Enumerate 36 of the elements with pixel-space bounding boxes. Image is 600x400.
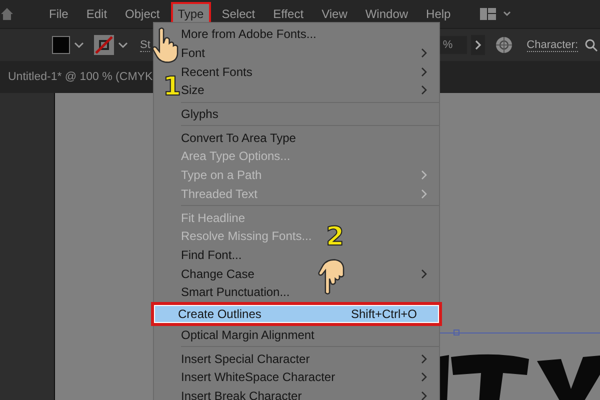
menu-bar-item[interactable]: Select — [214, 2, 262, 26]
menu-item[interactable]: Find Font... — [181, 248, 242, 262]
menu-bar-item[interactable]: Help — [419, 2, 458, 26]
menu-item[interactable]: Insert WhiteSpace Character — [181, 370, 336, 384]
menu-bar-item[interactable]: View — [314, 2, 354, 26]
menu-bar-item[interactable]: Object — [118, 2, 167, 26]
menu-item[interactable]: Insert Break Character — [181, 389, 302, 400]
menu-bar-item[interactable]: Window — [358, 2, 416, 26]
menu-item[interactable]: Size — [181, 83, 204, 98]
menu-item[interactable]: More from Adobe Fonts... — [181, 27, 316, 42]
menu-bar-item[interactable]: Edit — [79, 2, 114, 26]
stroke-swatch-icon[interactable] — [94, 35, 114, 55]
menu-item[interactable]: Font — [181, 46, 206, 60]
menu-bar-item[interactable]: File — [42, 2, 76, 26]
dropdown-caret-icon[interactable] — [74, 41, 84, 49]
menu-item[interactable]: Insert Special Character — [181, 352, 310, 366]
menu-item[interactable]: Glyphs — [181, 107, 218, 122]
menu-bar-item[interactable]: Effect — [266, 2, 311, 26]
hand-pointer-icon — [318, 258, 346, 296]
stroke-label[interactable]: St — [140, 38, 150, 52]
opacity-field[interactable]: % — [438, 36, 467, 54]
step-number: 2 — [326, 224, 344, 250]
chevron-right-icon[interactable] — [470, 35, 485, 55]
fill-swatch[interactable] — [52, 36, 70, 54]
home-icon[interactable] — [0, 7, 14, 21]
character-label[interactable]: Character: — [526, 38, 578, 52]
menu-item[interactable]: Change Case — [181, 266, 254, 281]
document-tab[interactable]: Untitled-1* @ 100 % (CMYK — [0, 71, 153, 83]
menu-item[interactable]: Smart Punctuation... — [181, 285, 290, 300]
menu-item[interactable]: Convert To Area Type — [181, 130, 296, 145]
step-number: 1 — [163, 74, 182, 100]
menu-item[interactable]: Create Outlines Shift+Ctrl+O — [151, 302, 442, 326]
menu-item[interactable]: Optical Margin Alignment — [181, 328, 314, 342]
search-icon[interactable] — [584, 38, 598, 52]
dropdown-caret-icon[interactable] — [118, 41, 128, 49]
menu-item[interactable]: Recent Fonts — [181, 64, 252, 79]
